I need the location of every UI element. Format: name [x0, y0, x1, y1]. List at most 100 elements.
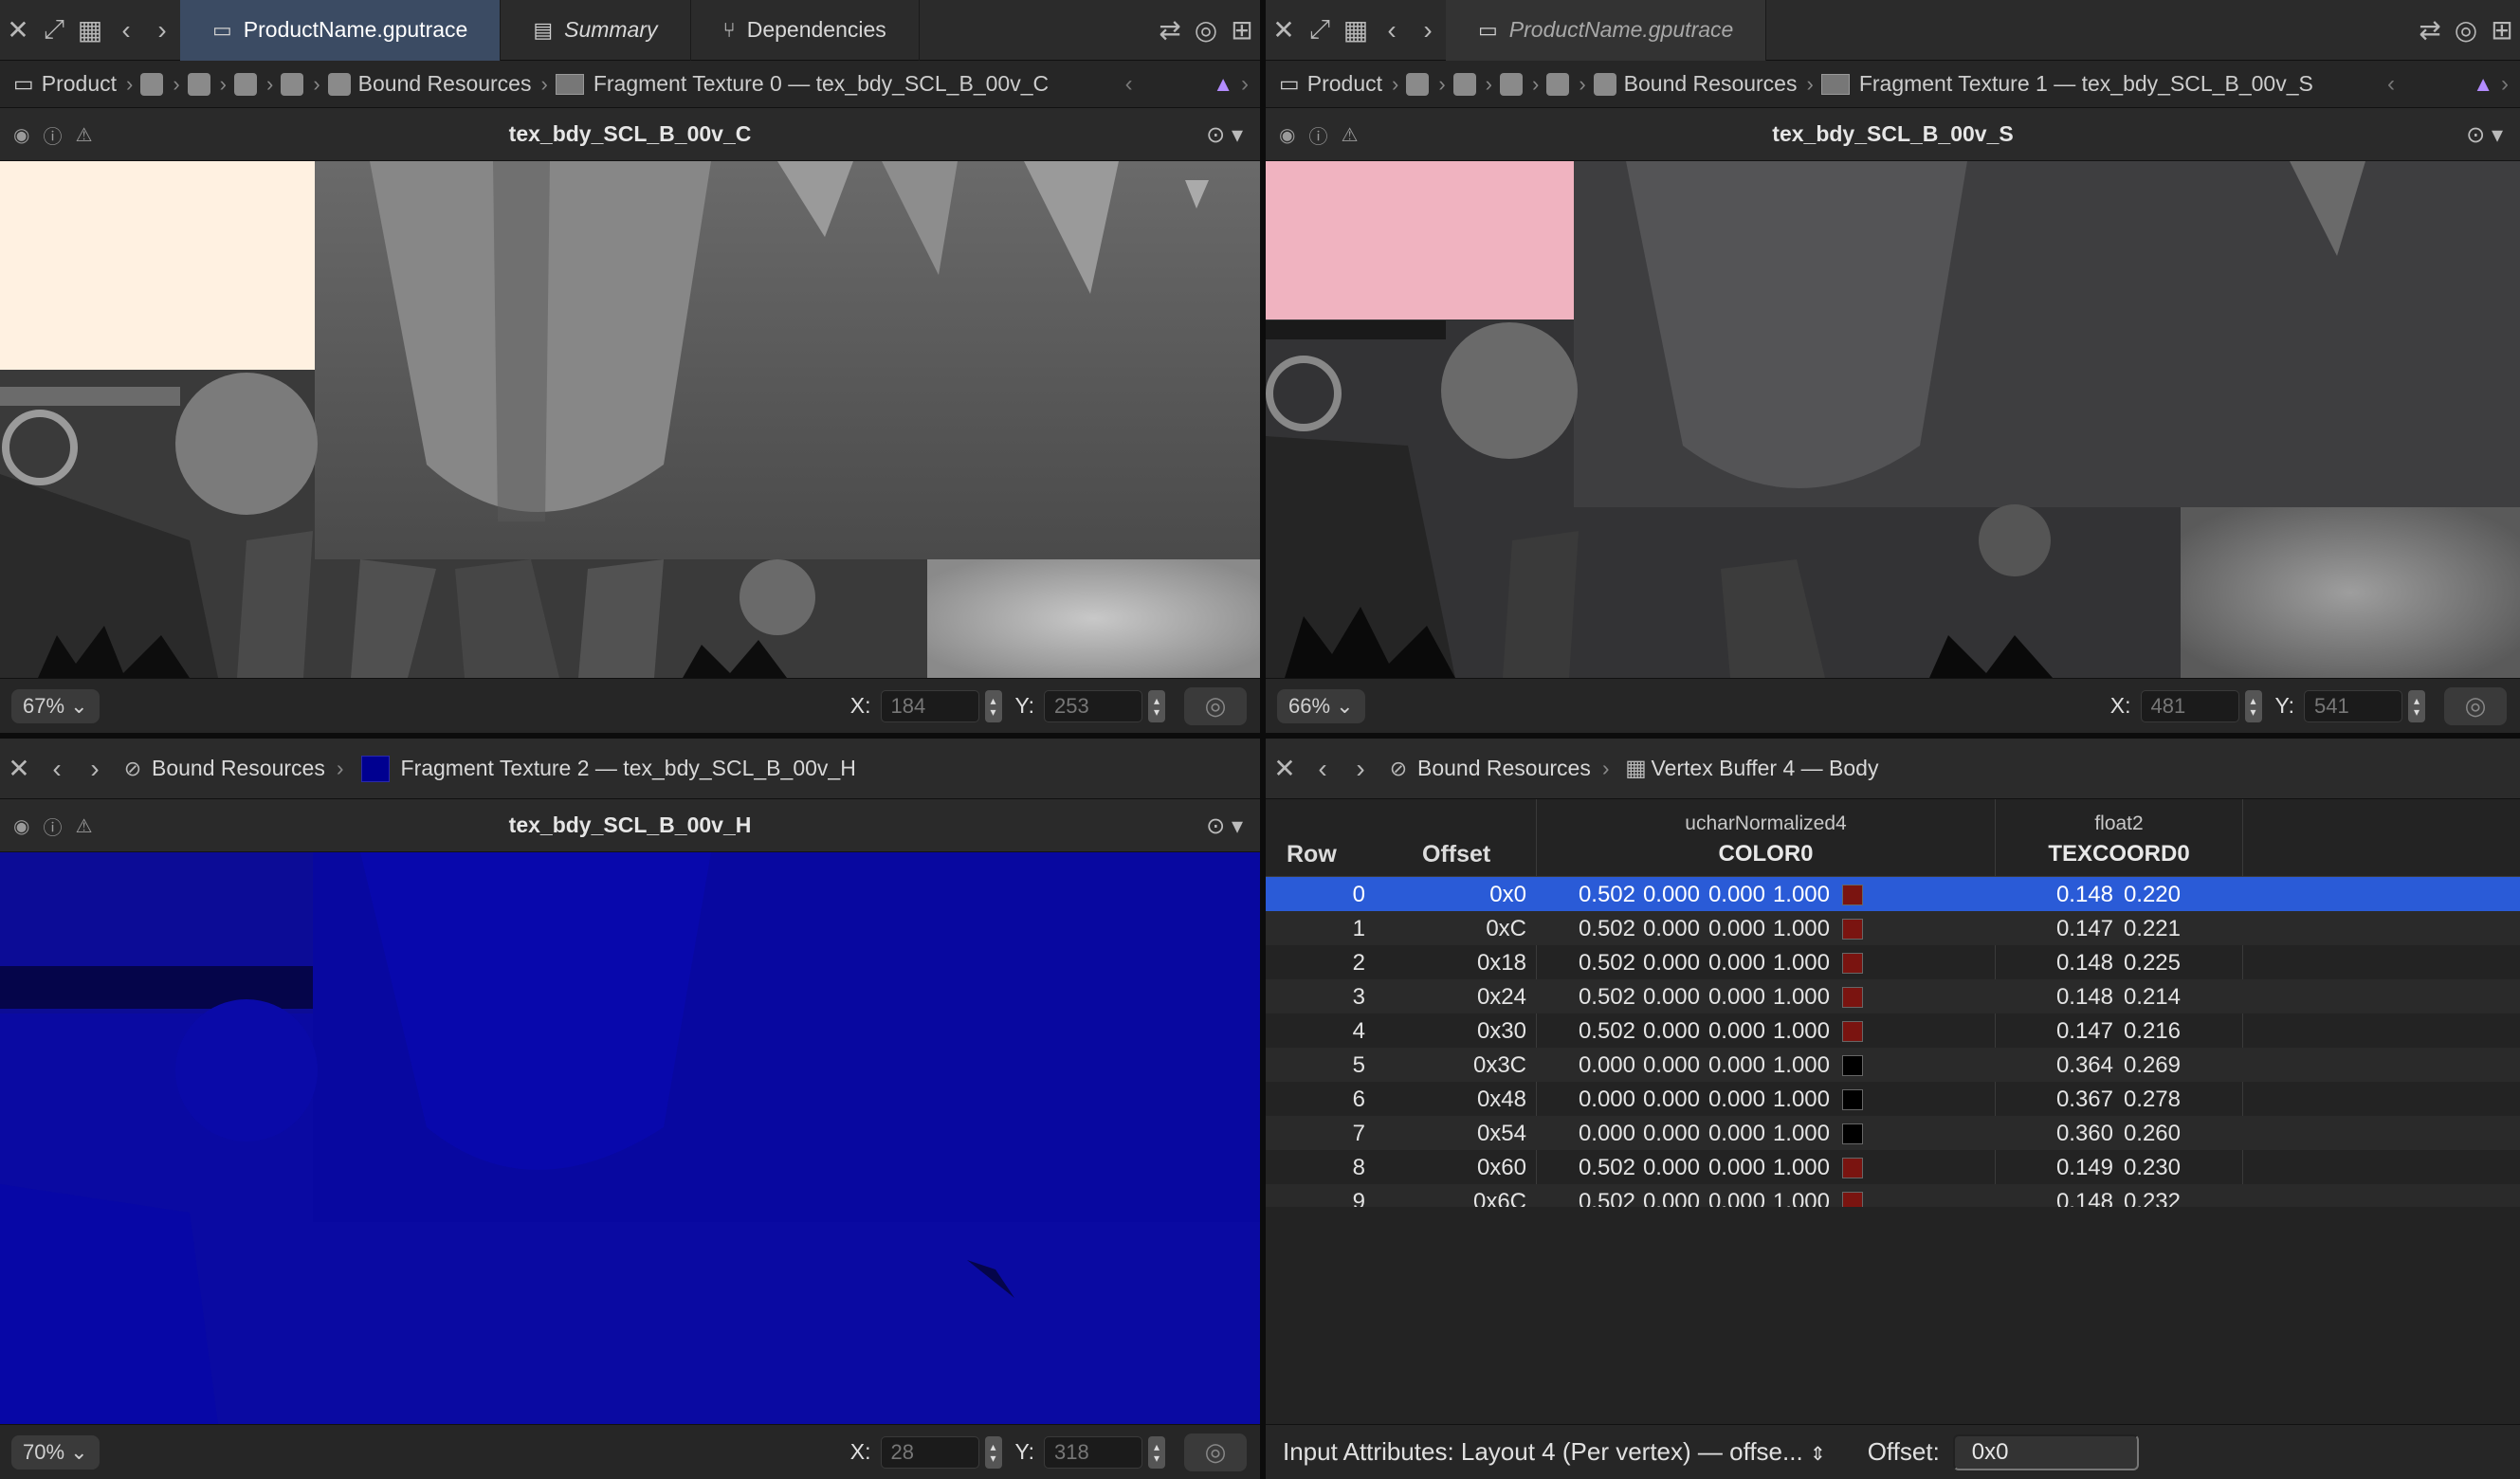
x-field[interactable]	[2140, 689, 2239, 722]
back-icon[interactable]: ‹	[2387, 71, 2395, 98]
eye-icon[interactable]: ◉	[13, 123, 29, 147]
tab-gputrace[interactable]: ▭ ProductName.gputrace	[180, 0, 502, 61]
forward-icon[interactable]: ›	[76, 754, 114, 784]
grid-icon[interactable]: ▦	[72, 0, 108, 61]
nav-buffer[interactable]: Vertex Buffer 4 — Body	[1652, 756, 1879, 781]
close-icon[interactable]: ✕	[1266, 753, 1304, 784]
table-row[interactable]: 8 0x60 0.502 0.000 0.000 1.000 0.149 0.230	[1266, 1150, 2520, 1184]
forward-icon[interactable]: ›	[144, 0, 180, 61]
pipeline-icon[interactable]	[281, 72, 304, 96]
back-icon[interactable]: ‹	[1374, 0, 1410, 61]
target-icon[interactable]: ◎	[2444, 686, 2507, 725]
jump-texture[interactable]: Fragment Texture 0 — tex_bdy_SCL_B_00v_C	[555, 71, 1049, 97]
zoom-dropdown[interactable]: 66% ⌄	[1277, 688, 1365, 723]
more-options-icon[interactable]: ⊙ ▾	[1206, 799, 1243, 852]
close-icon[interactable]: ✕	[1266, 0, 1302, 61]
more-options-icon[interactable]: ⊙ ▾	[1206, 108, 1243, 161]
add-editor-icon[interactable]: ⊞	[1224, 0, 1260, 61]
texture-viewer[interactable]	[0, 852, 1260, 1424]
zoom-dropdown[interactable]: 67% ⌄	[11, 688, 100, 723]
table-row[interactable]: 3 0x24 0.502 0.000 0.000 1.000 0.148 0.214	[1266, 979, 2520, 1013]
table-row[interactable]: 0 0x0 0.502 0.000 0.000 1.000 0.148 0.220	[1266, 877, 2520, 911]
info-icon[interactable]: ⓘ	[1308, 121, 1327, 149]
table-row[interactable]: 4 0x30 0.502 0.000 0.000 1.000 0.147 0.216	[1266, 1013, 2520, 1048]
back-icon[interactable]: ‹	[38, 754, 76, 784]
offset-field[interactable]	[1952, 1433, 2139, 1470]
table-row[interactable]: 1 0xC 0.502 0.000 0.000 1.000 0.147 0.221	[1266, 911, 2520, 945]
back-icon[interactable]: ‹	[1125, 71, 1133, 98]
column-header-texcoord0[interactable]: float2 TEXCOORD0	[1996, 799, 2242, 877]
column-header-color0[interactable]: ucharNormalized4 COLOR0	[1537, 799, 1995, 877]
forward-icon[interactable]: ›	[1410, 0, 1446, 61]
x-stepper[interactable]: ▴ ▾	[2244, 689, 2262, 722]
nav-texture[interactable]: Fragment Texture 2 — tex_bdy_SCL_B_00v_H	[401, 756, 856, 781]
texture-viewer[interactable]	[1266, 161, 2520, 678]
nav-bound-resources[interactable]: Bound Resources	[152, 756, 325, 781]
input-attributes-popup[interactable]: Input Attributes: Layout 4 (Per vertex) …	[1283, 1437, 1826, 1467]
warning-icon[interactable]: ▲	[2473, 72, 2493, 97]
y-field[interactable]	[2304, 689, 2402, 722]
column-header-offset[interactable]: Offset	[1422, 841, 1490, 868]
x-field[interactable]	[880, 1435, 979, 1469]
y-field[interactable]	[1044, 689, 1142, 722]
swap-icon[interactable]: ⇄	[2412, 0, 2448, 61]
x-field[interactable]	[880, 689, 979, 722]
forward-icon[interactable]: ›	[1342, 754, 1379, 784]
grid-icon[interactable]: ▦	[1338, 0, 1374, 61]
warning-icon[interactable]: ⚠	[1341, 123, 1358, 147]
pipeline-icon[interactable]	[1546, 72, 1570, 96]
target-icon[interactable]: ◎	[1184, 1433, 1247, 1471]
tab-dependencies[interactable]: ⑂ Dependencies	[691, 0, 920, 61]
warning-icon[interactable]: ⚠	[75, 123, 92, 147]
image-icon[interactable]	[233, 72, 257, 96]
jump-texture[interactable]: Fragment Texture 1 — tex_bdy_SCL_B_00v_S	[1820, 71, 2313, 97]
close-icon[interactable]: ✕	[0, 753, 38, 784]
jump-bound-resources[interactable]: Bound Resources	[327, 71, 531, 97]
overlap-icon[interactable]: ◎	[2448, 0, 2484, 61]
info-icon[interactable]: ⓘ	[43, 121, 62, 149]
y-stepper[interactable]: ▴ ▾	[2408, 689, 2425, 722]
forward-icon[interactable]: ›	[2501, 71, 2509, 98]
drive-icon[interactable]	[1406, 72, 1430, 96]
expand-icon[interactable]: ⤢	[36, 0, 72, 61]
y-field[interactable]	[1044, 1435, 1142, 1469]
warning-icon[interactable]: ⚠	[75, 814, 92, 838]
tab-gputrace[interactable]: ▭ ProductName.gputrace	[1446, 0, 1767, 61]
swap-icon[interactable]: ⇄	[1152, 0, 1188, 61]
expand-icon[interactable]: ⤢	[1302, 0, 1338, 61]
x-stepper[interactable]: ▴ ▾	[984, 1435, 1002, 1469]
folder-icon[interactable]	[1452, 72, 1476, 96]
more-options-icon[interactable]: ⊙ ▾	[2466, 108, 2503, 161]
zoom-dropdown[interactable]: 70% ⌄	[11, 1434, 100, 1470]
column-header-row[interactable]: Row	[1287, 841, 1337, 868]
y-stepper[interactable]: ▴ ▾	[1148, 689, 1165, 722]
add-editor-icon[interactable]: ⊞	[2484, 0, 2520, 61]
eye-icon[interactable]: ◉	[1279, 123, 1295, 147]
tab-summary[interactable]: ▤ Summary	[501, 0, 691, 61]
table-row[interactable]: 9 0x6C 0.502 0.000 0.000 1.000 0.148 0.232	[1266, 1184, 2520, 1207]
nav-bound-resources[interactable]: Bound Resources	[1417, 756, 1591, 781]
close-icon[interactable]: ✕	[0, 0, 36, 61]
buffer-table-body[interactable]: 0 0x0 0.502 0.000 0.000 1.000 0.148 0.220 1 0xC 0.…	[1266, 877, 2520, 1207]
back-icon[interactable]: ‹	[108, 0, 144, 61]
eye-icon[interactable]: ◉	[13, 814, 29, 838]
vertical-split-divider[interactable]	[1260, 0, 1266, 1479]
jump-product[interactable]: ▭ Product	[13, 71, 117, 97]
table-row[interactable]: 7 0x54 0.000 0.000 0.000 1.000 0.360 0.260	[1266, 1116, 2520, 1150]
folder-icon[interactable]	[187, 72, 210, 96]
jump-bound-resources[interactable]: Bound Resources	[1593, 71, 1797, 97]
overlap-icon[interactable]: ◎	[1188, 0, 1224, 61]
table-row[interactable]: 6 0x48 0.000 0.000 0.000 1.000 0.367 0.278	[1266, 1082, 2520, 1116]
table-row[interactable]: 5 0x3C 0.000 0.000 0.000 1.000 0.364 0.269	[1266, 1048, 2520, 1082]
jump-product[interactable]: ▭ Product	[1279, 71, 1382, 97]
image-icon[interactable]	[1499, 72, 1523, 96]
texture-viewer[interactable]	[0, 161, 1260, 678]
back-icon[interactable]: ‹	[1304, 754, 1342, 784]
info-icon[interactable]: ⓘ	[43, 813, 62, 840]
horizontal-split-divider[interactable]	[0, 733, 2520, 739]
drive-icon[interactable]	[140, 72, 164, 96]
table-row[interactable]: 2 0x18 0.502 0.000 0.000 1.000 0.148 0.225	[1266, 945, 2520, 979]
target-icon[interactable]: ◎	[1184, 686, 1247, 725]
warning-icon[interactable]: ▲	[1213, 72, 1233, 97]
x-stepper[interactable]: ▴ ▾	[984, 689, 1002, 722]
